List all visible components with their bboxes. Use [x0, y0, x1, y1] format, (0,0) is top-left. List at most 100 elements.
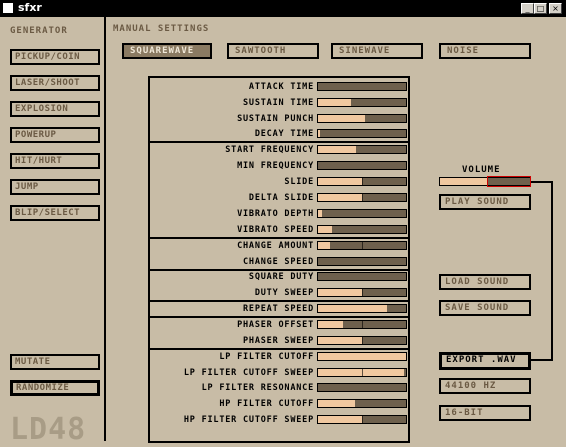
param-slider[interactable]	[317, 209, 407, 218]
generator-header: GENERATOR	[10, 26, 68, 36]
param-label: MIN FREQUENCY	[237, 161, 314, 171]
param-row: START FREQUENCY	[150, 143, 408, 157]
param-slider[interactable]	[317, 129, 407, 138]
pickup-coin-button[interactable]: PICKUP/COIN	[10, 49, 100, 65]
laser-shoot-button[interactable]: LASER/SHOOT	[10, 75, 100, 91]
param-slider[interactable]	[317, 368, 407, 377]
param-row: PHASER SWEEP	[150, 334, 408, 348]
param-slider[interactable]	[317, 399, 407, 408]
param-slider[interactable]	[317, 352, 407, 361]
explosion-button[interactable]: EXPLOSION	[10, 101, 100, 117]
sidebar-divider	[104, 17, 106, 441]
center-mark	[362, 289, 363, 296]
manual-settings-header: MANUAL SETTINGS	[113, 24, 210, 34]
param-row: LP FILTER CUTOFF SWEEP	[150, 366, 408, 380]
param-slider-fill	[318, 146, 356, 153]
param-slider-fill	[318, 130, 320, 137]
param-slider-fill	[318, 305, 387, 312]
param-label: REPEAT SPEED	[242, 304, 314, 314]
param-row: CHANGE SPEED	[150, 255, 408, 269]
param-slider[interactable]	[317, 272, 407, 281]
param-row: LP FILTER RESONANCE	[150, 381, 408, 395]
param-row: HP FILTER CUTOFF SWEEP	[150, 413, 408, 427]
param-label: SUSTAIN PUNCH	[237, 114, 314, 124]
center-mark	[362, 242, 363, 249]
param-slider[interactable]	[317, 98, 407, 107]
param-label: PHASER SWEEP	[242, 336, 314, 346]
center-mark	[362, 321, 363, 328]
param-slider[interactable]	[317, 161, 407, 170]
app-client-area: GENERATOR PICKUP/COIN LASER/SHOOT EXPLOS…	[0, 17, 566, 447]
param-slider[interactable]	[317, 225, 407, 234]
param-label: START FREQUENCY	[225, 145, 314, 155]
param-row: DELTA SLIDE	[150, 191, 408, 205]
param-slider-fill	[318, 226, 333, 233]
squarewave-button[interactable]: SQUAREWAVE	[122, 43, 212, 59]
param-label: LP FILTER CUTOFF	[219, 352, 314, 362]
param-label: SUSTAIN TIME	[242, 98, 314, 108]
blip-select-button[interactable]: BLIP/SELECT	[10, 205, 100, 221]
mutate-button[interactable]: MUTATE	[10, 354, 100, 370]
param-slider[interactable]	[317, 320, 407, 329]
param-row: SQUARE DUTY	[150, 270, 408, 284]
param-row: LP FILTER CUTOFF	[150, 350, 408, 364]
close-button[interactable]: ×	[549, 3, 562, 14]
param-row: PHASER OFFSET	[150, 318, 408, 332]
param-slider[interactable]	[317, 288, 407, 297]
param-row: VIBRATO DEPTH	[150, 207, 408, 221]
param-row: MIN FREQUENCY	[150, 159, 408, 173]
connector-line	[551, 181, 553, 361]
center-mark	[362, 369, 363, 376]
center-mark	[362, 178, 363, 185]
param-slider-fill	[318, 115, 365, 122]
param-slider-fill	[318, 194, 362, 201]
save-sound-button[interactable]: SAVE SOUND	[439, 300, 531, 316]
title-bar: sfxr _ □ ×	[0, 0, 566, 17]
param-row: SLIDE	[150, 175, 408, 189]
param-row: HP FILTER CUTOFF	[150, 397, 408, 411]
export-wav-button[interactable]: EXPORT .WAV	[439, 352, 531, 370]
param-slider-fill	[318, 178, 362, 185]
param-label: ATTACK TIME	[248, 82, 314, 92]
volume-slider-fill	[440, 178, 487, 185]
param-label: SQUARE DUTY	[248, 272, 314, 282]
param-row: SUSTAIN PUNCH	[150, 112, 408, 126]
param-slider[interactable]	[317, 415, 407, 424]
param-label: CHANGE AMOUNT	[237, 241, 314, 251]
param-slider-fill	[318, 99, 352, 106]
param-slider[interactable]	[317, 304, 407, 313]
hit-hurt-button[interactable]: HIT/HURT	[10, 153, 100, 169]
sinewave-button[interactable]: SINEWAVE	[331, 43, 423, 59]
sawtooth-button[interactable]: SAWTOOTH	[227, 43, 319, 59]
param-slider[interactable]	[317, 257, 407, 266]
param-slider[interactable]	[317, 145, 407, 154]
param-row: ATTACK TIME	[150, 80, 408, 94]
sample-rate-button[interactable]: 44100 HZ	[439, 378, 531, 394]
minimize-button[interactable]: _	[521, 3, 534, 14]
param-slider[interactable]	[317, 114, 407, 123]
center-mark	[362, 337, 363, 344]
center-mark	[362, 194, 363, 201]
volume-highlight	[487, 176, 531, 187]
param-slider-fill	[318, 210, 322, 217]
randomize-button[interactable]: RANDOMIZE	[10, 380, 100, 396]
param-slider[interactable]	[317, 383, 407, 392]
connector-line	[531, 181, 553, 183]
powerup-button[interactable]: POWERUP	[10, 127, 100, 143]
param-label: CHANGE SPEED	[242, 257, 314, 267]
load-sound-button[interactable]: LOAD SOUND	[439, 274, 531, 290]
maximize-button[interactable]: □	[534, 3, 547, 14]
param-slider[interactable]	[317, 177, 407, 186]
param-slider[interactable]	[317, 82, 407, 91]
param-slider[interactable]	[317, 193, 407, 202]
param-slider-fill	[318, 337, 362, 344]
param-slider[interactable]	[317, 241, 407, 250]
param-slider[interactable]	[317, 336, 407, 345]
jump-button[interactable]: JUMP	[10, 179, 100, 195]
bit-depth-button[interactable]: 16-BIT	[439, 405, 531, 421]
param-slider-fill	[318, 400, 355, 407]
noise-button[interactable]: NOISE	[439, 43, 531, 59]
play-sound-button[interactable]: PLAY SOUND	[439, 194, 531, 210]
param-row: REPEAT SPEED	[150, 302, 408, 316]
param-label: DUTY SWEEP	[254, 288, 314, 298]
